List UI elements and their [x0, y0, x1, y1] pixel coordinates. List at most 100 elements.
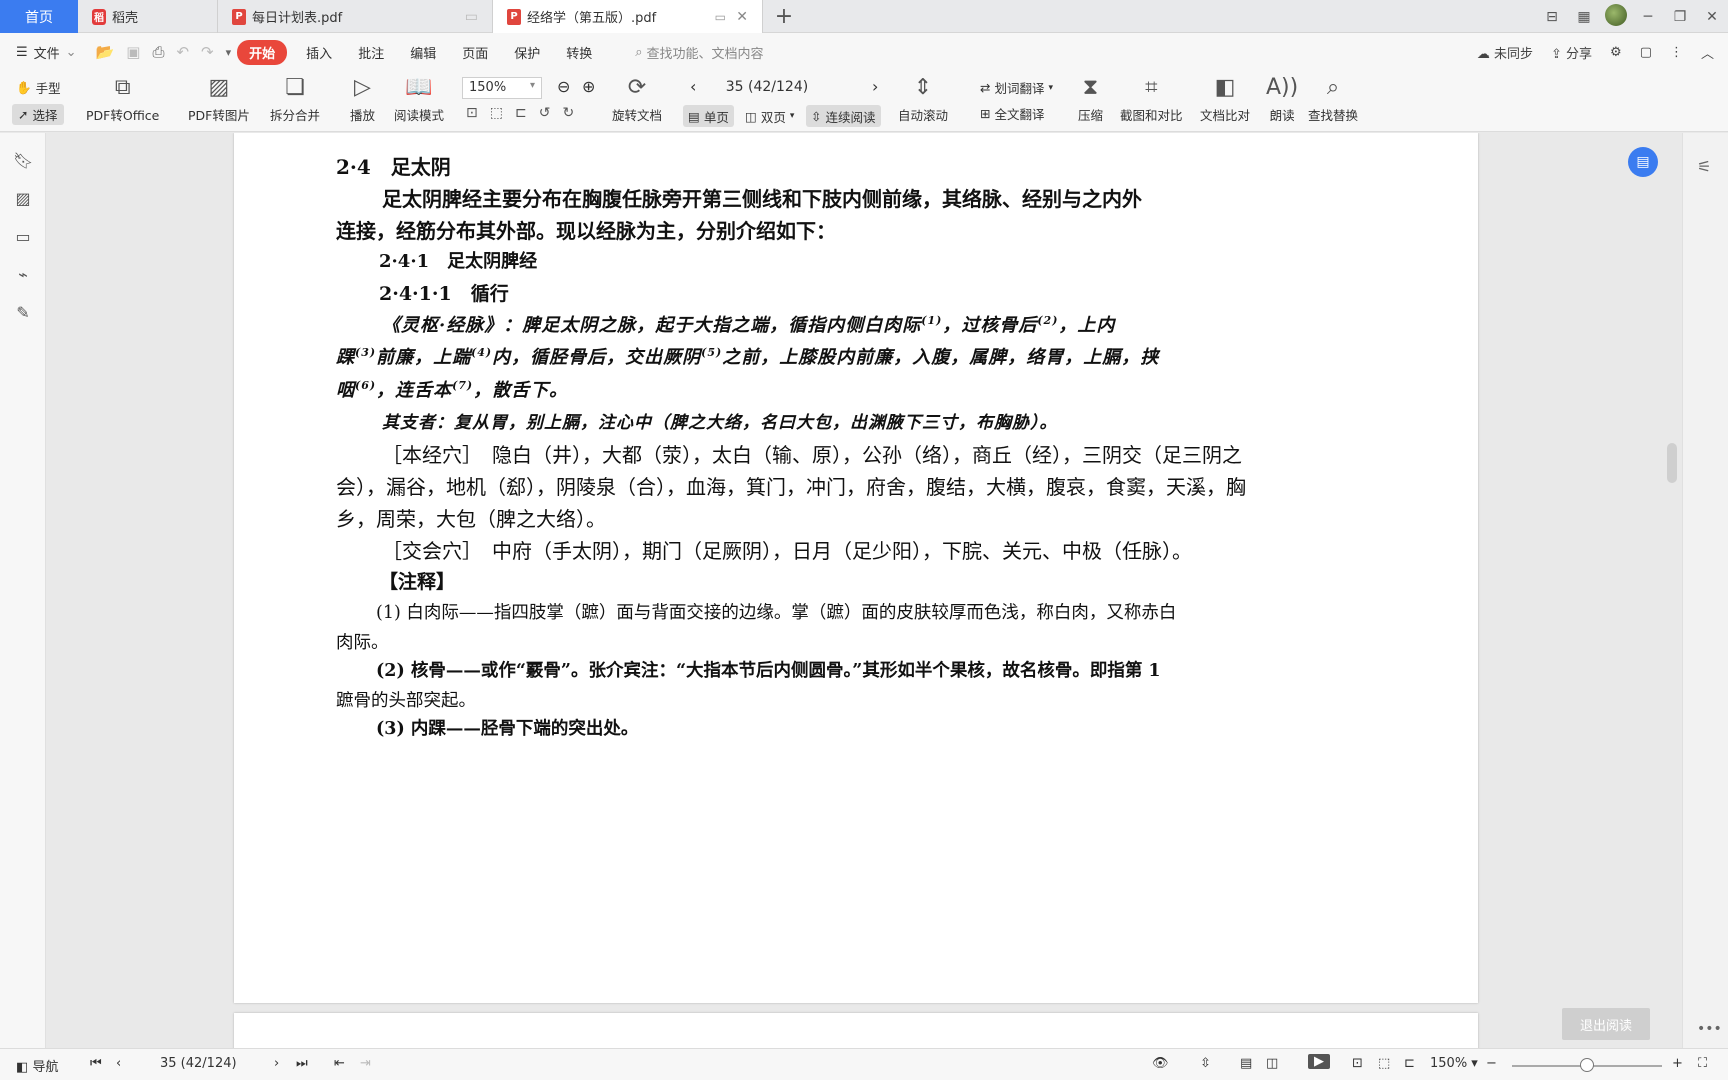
continuous-read-button[interactable]: ⇳ 连续阅读: [806, 105, 881, 127]
page-indicator[interactable]: 35 (42/124): [707, 77, 827, 99]
settings-icon[interactable]: ⚙: [1610, 45, 1622, 60]
share-button[interactable]: ⇪ 分享: [1551, 43, 1592, 62]
back-icon[interactable]: ⇤: [334, 1056, 345, 1071]
menu-convert[interactable]: 转换: [553, 43, 605, 62]
single-page-mode-icon[interactable]: ▤: [1240, 1056, 1252, 1071]
ocr-assist-icon[interactable]: ▤: [1628, 147, 1658, 177]
footnote-ref[interactable]: (1): [921, 314, 942, 327]
thumbnail-icon[interactable]: ▨: [13, 189, 33, 209]
document-viewport[interactable]: 2·4 足太阴 足太阴脾经主要分布在胸腹任脉旁开第三侧线和下肢内侧前缘，其络脉、…: [47, 133, 1682, 1048]
pdf-to-office-button[interactable]: ⧉ PDF转Office: [86, 73, 159, 124]
rotate-doc-button[interactable]: ⟳ 旋转文档: [612, 73, 662, 124]
bookmark-icon[interactable]: 🔖︎: [13, 151, 33, 171]
vertical-scrollbar-thumb[interactable]: [1667, 443, 1677, 483]
last-page-icon[interactable]: ⏭: [296, 1056, 308, 1071]
more-quick-icon[interactable]: ▾: [220, 46, 238, 59]
screenshot-compare-button[interactable]: ⌗ 截图和对比: [1120, 73, 1183, 124]
nav-toggle[interactable]: ◧ 导航: [16, 1056, 58, 1075]
footnote-ref[interactable]: (5): [701, 346, 722, 359]
doc-compare-button[interactable]: ◧ 文档比对: [1200, 73, 1250, 124]
menu-insert[interactable]: 插入: [293, 43, 345, 62]
find-replace-button[interactable]: ⌕ 查找替换: [1308, 73, 1358, 124]
auto-scroll-button[interactable]: ⇕ 自动滚动: [898, 73, 948, 124]
layout-icon[interactable]: ⊟: [1536, 9, 1568, 25]
search-input[interactable]: ⌕ 查找功能、文档内容: [635, 43, 763, 62]
zoom-out-icon[interactable]: −: [1486, 1056, 1497, 1071]
apps-icon[interactable]: ▦: [1568, 9, 1600, 25]
menu-page[interactable]: 页面: [449, 43, 501, 62]
file-menu[interactable]: ☰ 文件 ⌄: [0, 43, 90, 62]
fullscreen-icon[interactable]: ⛶: [1698, 1056, 1707, 1071]
double-page-mode-icon[interactable]: ◫: [1266, 1056, 1278, 1071]
comment-icon[interactable]: ▭: [13, 227, 33, 247]
zoom-in-icon[interactable]: +: [1672, 1056, 1683, 1071]
tab-docer[interactable]: 稻 稻壳: [78, 0, 218, 33]
attachment-icon[interactable]: ⌁: [13, 265, 33, 285]
zoom-out-icon[interactable]: ⊖: [557, 77, 570, 96]
continuous-mode-icon[interactable]: ⇳: [1200, 1056, 1211, 1071]
more-icon[interactable]: ⋮: [1670, 45, 1683, 60]
footnote-ref[interactable]: (6): [355, 379, 376, 392]
undo-icon[interactable]: ↶: [170, 43, 195, 61]
minimize-icon[interactable]: ─: [1632, 9, 1664, 25]
next-page-icon[interactable]: ›: [872, 77, 878, 96]
status-page-indicator[interactable]: 35 (42/124): [160, 1056, 237, 1071]
footnote-ref[interactable]: (2): [1037, 314, 1058, 327]
tab-home[interactable]: 首页: [0, 0, 78, 33]
footnote-ref[interactable]: (7): [452, 379, 473, 392]
open-icon[interactable]: 📂: [90, 43, 121, 61]
rotate-left-icon[interactable]: ↺: [539, 105, 551, 121]
prev-page-icon[interactable]: ‹: [690, 77, 696, 96]
status-zoom-select[interactable]: 150% ▾: [1430, 1056, 1478, 1071]
actual-size-icon[interactable]: ⊡: [466, 105, 478, 121]
exit-reading-button[interactable]: 退出阅读: [1562, 1008, 1650, 1040]
split-merge-button[interactable]: ❏ 拆分合并: [270, 73, 320, 124]
read-aloud-button[interactable]: A)) 朗读: [1266, 73, 1298, 124]
signature-icon[interactable]: ✎: [13, 303, 33, 323]
more-icon[interactable]: •••: [1697, 1021, 1722, 1037]
collapse-ribbon-icon[interactable]: ︿: [1701, 43, 1714, 62]
play-slideshow-icon[interactable]: ▶: [1308, 1054, 1330, 1069]
print-icon[interactable]: ⎙: [146, 43, 170, 61]
comment-icon[interactable]: ▢: [1640, 45, 1652, 60]
hand-tool[interactable]: ✋ 手型: [16, 78, 61, 97]
read-mode-button[interactable]: 📖 阅读模式: [394, 73, 444, 124]
menu-protect[interactable]: 保护: [501, 43, 553, 62]
full-translate-button[interactable]: ⊞ 全文翻译: [980, 104, 1045, 123]
avatar[interactable]: [1600, 3, 1632, 30]
redo-icon[interactable]: ↷: [195, 43, 220, 61]
close-icon[interactable]: ▭: [465, 9, 478, 25]
zoom-select[interactable]: 150% ▾: [462, 77, 542, 99]
tab-daily-plan[interactable]: P 每日计划表.pdf ▭: [218, 0, 493, 33]
menu-start[interactable]: 开始: [237, 39, 288, 65]
play-button[interactable]: ▷ 播放: [350, 73, 375, 124]
select-tool[interactable]: ➚ 选择: [12, 104, 64, 125]
eye-protect-icon[interactable]: 👁︎: [1152, 1056, 1169, 1071]
sync-button[interactable]: ☁ 未同步: [1477, 43, 1533, 62]
zoom-slider-handle[interactable]: [1580, 1058, 1594, 1072]
close-icon[interactable]: ✕: [736, 9, 748, 25]
new-tab-button[interactable]: +: [772, 4, 796, 29]
menu-edit[interactable]: 编辑: [397, 43, 449, 62]
fit-width-icon[interactable]: ⊏: [1404, 1056, 1415, 1071]
zoom-in-icon[interactable]: ⊕: [582, 77, 595, 96]
word-translate-button[interactable]: ⇄ 划词翻译 ▾: [980, 78, 1053, 97]
prev-page-icon[interactable]: ‹: [116, 1056, 121, 1071]
double-page-button[interactable]: ◫ 双页 ▾: [740, 105, 799, 127]
pdf-to-image-button[interactable]: ▨ PDF转图片: [188, 73, 250, 124]
tab-jingluo[interactable]: P 经络学（第五版）.pdf ▭ ✕: [493, 0, 763, 33]
footnote-ref[interactable]: (3): [355, 346, 376, 359]
save-icon[interactable]: ▣: [120, 43, 146, 61]
fit-page-icon[interactable]: ⬚: [1378, 1056, 1390, 1071]
window-icon[interactable]: ▭: [715, 10, 726, 24]
compress-button[interactable]: ⧗ 压缩: [1078, 73, 1103, 124]
menu-annotate[interactable]: 批注: [345, 43, 397, 62]
forward-icon[interactable]: ⇥: [360, 1056, 371, 1071]
first-page-icon[interactable]: ⏮: [90, 1056, 102, 1071]
fit-width-icon[interactable]: ⊏: [515, 105, 527, 121]
actual-size-icon[interactable]: ⊡: [1352, 1056, 1363, 1071]
next-page-icon[interactable]: ›: [274, 1056, 279, 1071]
close-window-icon[interactable]: ✕: [1696, 9, 1728, 25]
rotate-right-icon[interactable]: ↻: [562, 105, 574, 121]
single-page-button[interactable]: ▤ 单页: [683, 105, 734, 127]
